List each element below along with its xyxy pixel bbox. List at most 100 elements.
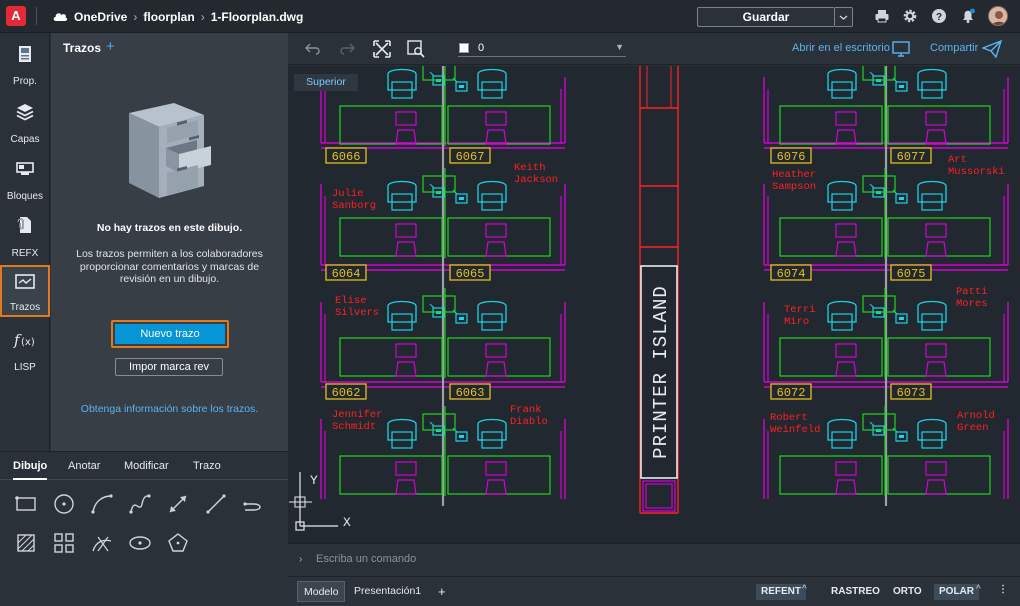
tab-draw[interactable]: Dibujo xyxy=(13,452,48,480)
rectangle-icon[interactable] xyxy=(14,492,38,516)
rail-item-traces[interactable]: Trazos xyxy=(0,265,50,317)
arc-icon[interactable] xyxy=(90,492,114,516)
notification-bell-icon[interactable] xyxy=(960,8,976,24)
polyline-icon[interactable] xyxy=(242,492,266,516)
xref-icon xyxy=(17,217,31,233)
desk xyxy=(339,105,443,145)
employee-name: Elise xyxy=(335,295,367,307)
breadcrumb-folder[interactable]: floorplan xyxy=(143,10,194,24)
tab-model[interactable]: Modelo xyxy=(297,581,346,602)
chevron-up-icon[interactable]: ^ xyxy=(976,584,981,595)
chevron-right-icon: › xyxy=(200,9,205,24)
monitor xyxy=(835,461,857,476)
line-icon[interactable] xyxy=(204,492,228,516)
view-cube-label[interactable]: Superior xyxy=(294,74,358,91)
tracking-toggle[interactable]: RASTREO xyxy=(826,584,885,600)
employee-name: Green xyxy=(957,422,989,434)
chair-base xyxy=(485,479,507,495)
share-link[interactable]: Compartir xyxy=(930,42,978,54)
tab-trace[interactable]: Trazo xyxy=(193,452,221,480)
ellipse-icon[interactable] xyxy=(128,531,152,555)
chair-base xyxy=(485,361,507,377)
hatch-icon[interactable] xyxy=(14,531,38,555)
printer-island-label: PRINTER ISLAND xyxy=(650,285,672,459)
chevron-up-icon[interactable]: ^ xyxy=(802,584,807,595)
employee-name: Robert xyxy=(770,412,808,424)
save-button[interactable]: Guardar xyxy=(697,7,835,27)
learn-about-traces-link[interactable]: Obtenga información sobre los trazos. xyxy=(51,403,288,415)
gear-icon[interactable] xyxy=(902,8,918,24)
side-rail: Prop. Capas Bloques REFX Trazos f (x) LIS… xyxy=(0,33,50,451)
new-trace-button[interactable]: Nuevo trazo xyxy=(111,320,229,348)
add-layout-button[interactable]: + xyxy=(432,581,452,602)
properties-icon xyxy=(19,46,31,62)
polygon-icon[interactable] xyxy=(166,531,190,555)
help-icon[interactable]: ? xyxy=(931,8,947,24)
desk xyxy=(779,105,883,145)
keyboard xyxy=(422,413,456,431)
monitor xyxy=(925,223,947,238)
chair-base xyxy=(925,129,947,145)
employee-name: Weinfeld xyxy=(770,424,820,436)
monitor xyxy=(925,111,947,126)
desktop-monitor-icon[interactable] xyxy=(892,41,910,57)
polar-toggle[interactable]: POLAR xyxy=(934,584,979,600)
zoom-extents-icon[interactable] xyxy=(372,39,392,59)
circle-icon[interactable] xyxy=(52,492,76,516)
phone-cord xyxy=(869,303,875,309)
room-number: 6067 xyxy=(456,150,485,164)
command-input[interactable]: Escriba un comando xyxy=(316,553,416,565)
user-avatar[interactable] xyxy=(988,6,1008,26)
breadcrumb-root[interactable]: OneDrive xyxy=(74,10,127,24)
trim-icon[interactable] xyxy=(90,531,114,555)
command-line[interactable]: › Escriba un comando xyxy=(288,543,1020,576)
send-paper-plane-icon[interactable] xyxy=(982,40,1002,58)
rail-item-properties[interactable]: Prop. xyxy=(0,39,50,91)
save-options-button[interactable] xyxy=(835,7,853,27)
open-in-desktop-link[interactable]: Abrir en el escritorio xyxy=(792,42,890,54)
divider xyxy=(36,7,37,25)
empty-state-description: Los trazos permiten a los colaboradores … xyxy=(76,248,263,285)
monitor xyxy=(395,111,417,126)
employee-name: Arnold xyxy=(957,410,995,422)
layers-icon xyxy=(16,104,34,121)
keyboard xyxy=(862,66,896,81)
import-markup-button[interactable]: Impor marca rev xyxy=(115,358,223,376)
layer-value: 0 xyxy=(478,42,485,54)
monitor xyxy=(835,223,857,238)
rail-item-blocks[interactable]: Bloques xyxy=(0,154,50,206)
chair-base xyxy=(395,129,417,145)
osnap-toggle[interactable]: REFENT xyxy=(756,584,806,600)
new-trace-label: Nuevo trazo xyxy=(115,324,225,344)
employee-name: Patti xyxy=(956,286,988,298)
zoom-window-icon[interactable] xyxy=(406,39,426,59)
phone-keys xyxy=(459,317,464,320)
autocad-logo: A xyxy=(6,6,26,26)
drawing-canvas[interactable]: PRINTER ISLAND 6066 6067 6064 6065 6062 6063 60… xyxy=(288,66,1020,543)
array-icon[interactable] xyxy=(52,531,76,555)
traces-panel: Trazos + No hay trazos en este dibujo. L… xyxy=(51,33,288,451)
employee-name: Heather xyxy=(772,169,816,181)
print-icon[interactable] xyxy=(874,8,890,24)
more-options-icon[interactable]: ⋮ xyxy=(998,584,1008,595)
dimension-icon[interactable] xyxy=(166,492,190,516)
desk xyxy=(779,217,883,257)
rail-item-layers[interactable]: Capas xyxy=(0,97,50,149)
tab-layout1[interactable]: Presentación1 xyxy=(348,581,427,602)
rail-item-lisp[interactable]: f (x) LISP xyxy=(0,325,50,377)
rail-item-xref[interactable]: REFX xyxy=(0,211,50,263)
add-trace-icon[interactable]: + xyxy=(106,38,115,55)
desk xyxy=(779,455,883,495)
employee-name: Mussorski xyxy=(948,166,1005,178)
ortho-toggle[interactable]: ORTO xyxy=(888,584,927,600)
redo-icon[interactable] xyxy=(338,41,355,57)
tab-annotate[interactable]: Anotar xyxy=(68,452,100,480)
undo-icon[interactable] xyxy=(304,41,320,57)
chair-base xyxy=(395,241,417,257)
layer-dropdown[interactable]: 0 ▼ xyxy=(458,41,626,57)
floorplan-drawing: PRINTER ISLAND 6066 6067 6064 6065 6062 6063 60… xyxy=(289,66,1009,531)
keyboard xyxy=(862,413,896,431)
keyboard xyxy=(422,295,456,313)
tab-modify[interactable]: Modificar xyxy=(124,452,169,480)
spline-icon[interactable] xyxy=(128,492,152,516)
